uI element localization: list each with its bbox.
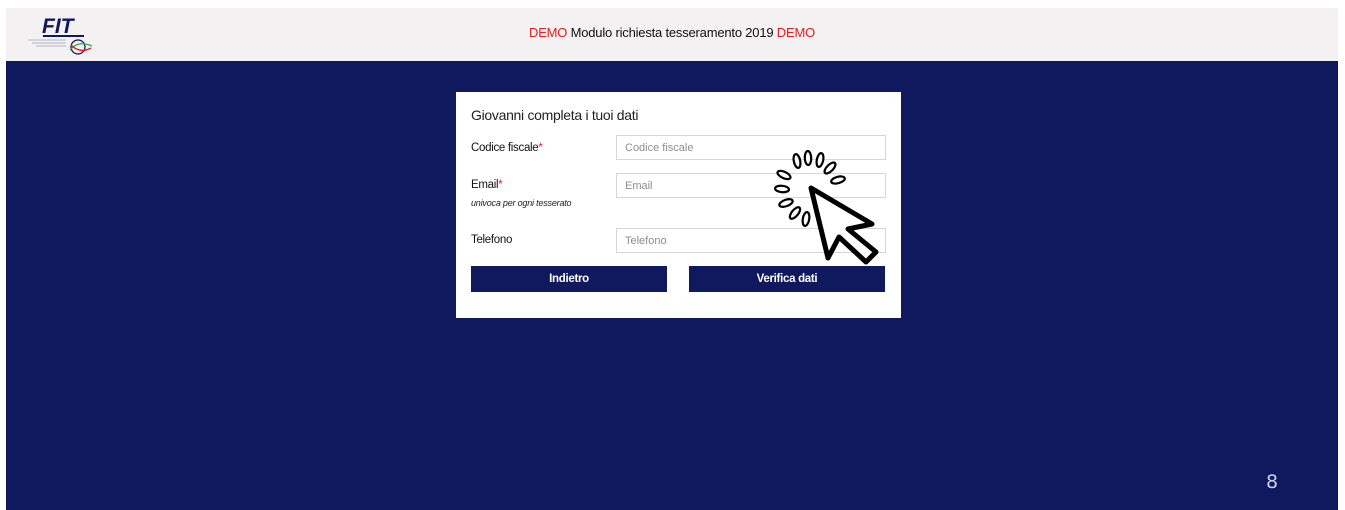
verify-data-button[interactable]: Verifica dati	[689, 266, 885, 292]
email-hint: univoca per ogni tesserato	[471, 198, 572, 208]
form-title: Giovanni completa i tuoi dati	[471, 107, 639, 123]
back-button[interactable]: Indietro	[471, 266, 667, 292]
required-mark: *	[538, 142, 543, 154]
codice-fiscale-input[interactable]	[616, 135, 886, 160]
header-bar: FIT DEMO Modulo richiesta tesseramento 2…	[6, 8, 1338, 61]
slide-page-number: 8	[1266, 471, 1279, 493]
page-title: DEMO Modulo richiesta tesseramento 2019 …	[6, 25, 1338, 40]
required-mark: *	[498, 179, 503, 191]
telefono-input[interactable]	[616, 228, 886, 253]
page-title-text: Modulo richiesta tesseramento 2019	[567, 25, 777, 40]
demo-badge-right: DEMO	[776, 25, 815, 40]
codice-fiscale-label: Codice fiscale*	[471, 142, 543, 154]
telefono-label: Telefono	[471, 234, 513, 246]
email-label: Email*	[471, 179, 503, 191]
demo-badge-left: DEMO	[529, 25, 568, 40]
email-input[interactable]	[616, 173, 886, 198]
slide: FIT DEMO Modulo richiesta tesseramento 2…	[6, 8, 1338, 510]
registration-form-card: Giovanni completa i tuoi dati Codice fis…	[456, 92, 901, 318]
